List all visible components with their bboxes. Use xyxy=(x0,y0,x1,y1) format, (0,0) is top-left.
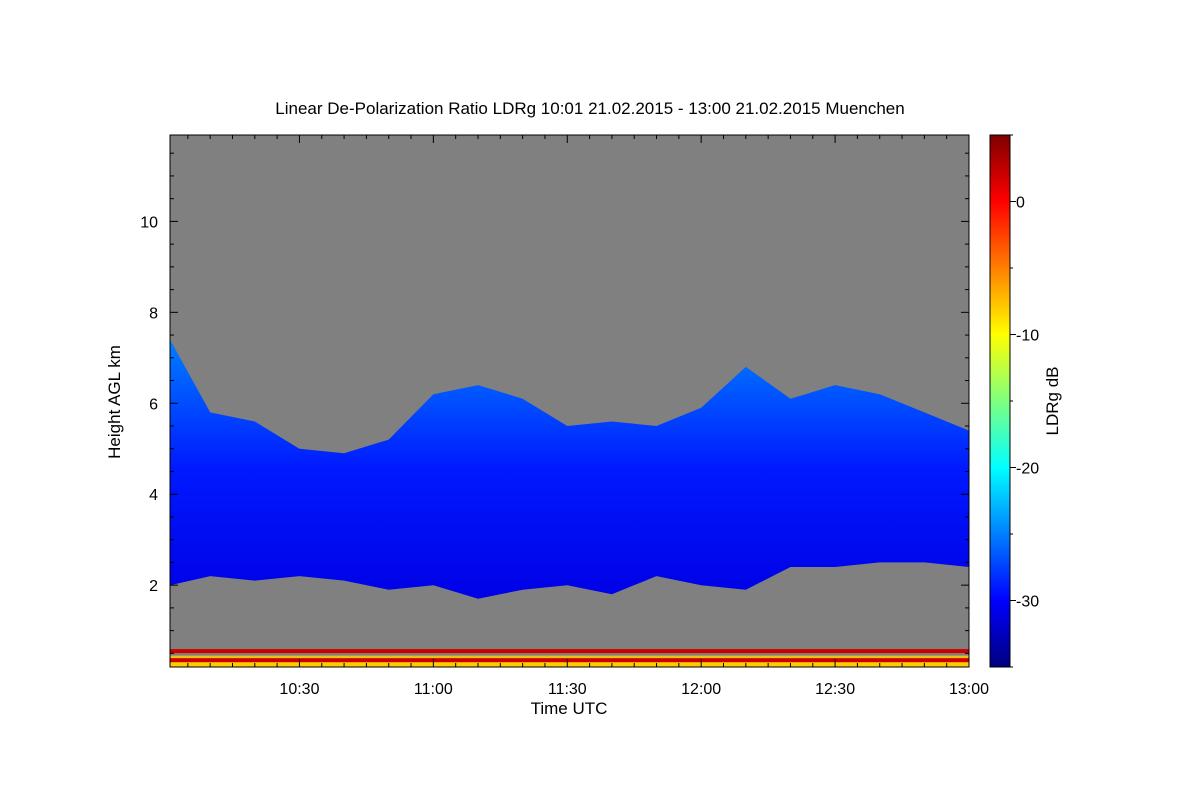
chart-title: Linear De-Polarization Ratio LDRg 10:01 … xyxy=(275,99,904,118)
surface-layer-line xyxy=(170,649,969,654)
colorbar-scale xyxy=(989,134,1011,668)
y-tick-label: 8 xyxy=(149,305,158,322)
colorbar-label: LDRg dB xyxy=(1043,367,1062,436)
x-tick-label: 11:00 xyxy=(414,681,453,698)
y-axis-label: Height AGL km xyxy=(105,345,124,459)
y-tick-label: 6 xyxy=(149,396,158,413)
ldr-heatmap-chart: Linear De-Polarization Ratio LDRg 10:01 … xyxy=(0,0,1200,800)
colorbar-tick-label: 0 xyxy=(1016,195,1025,212)
colorbar: 0 -10 -20 -30 xyxy=(989,134,1039,668)
x-tick-label: 11:30 xyxy=(548,681,587,698)
y-tick-label: 4 xyxy=(149,487,158,504)
y-tick-label: 10 xyxy=(140,214,158,231)
chart-svg: Linear De-Polarization Ratio LDRg 10:01 … xyxy=(105,99,1062,718)
surface-layer-line xyxy=(170,662,969,667)
x-tick-label: 13:00 xyxy=(949,681,989,698)
y-tick-label: 2 xyxy=(149,578,158,595)
x-tick-label: 10:30 xyxy=(279,681,319,698)
colorbar-tick-label: -20 xyxy=(1016,461,1039,478)
plot-area xyxy=(169,134,970,668)
x-tick-label: 12:00 xyxy=(681,681,721,698)
x-tick-label: 12:30 xyxy=(815,681,855,698)
colorbar-tick-label: -30 xyxy=(1016,594,1039,611)
colorbar-tick-label: -10 xyxy=(1016,328,1039,345)
x-axis-label: Time UTC xyxy=(531,699,608,718)
surface-layer-line xyxy=(170,658,969,663)
